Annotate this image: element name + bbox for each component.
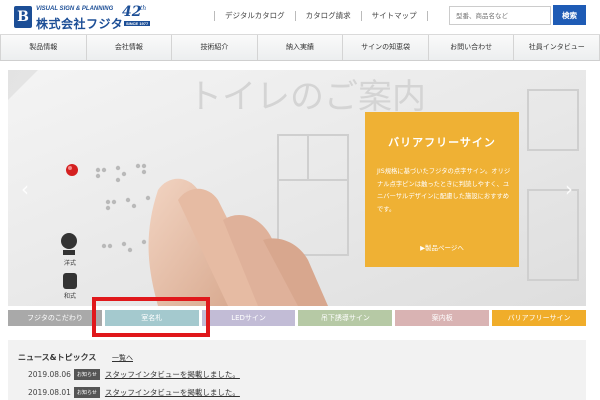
- anniversary-suffix: th: [140, 5, 147, 12]
- label-western: 洋式: [64, 259, 76, 267]
- news-item: 2019.08.06 お知らせ スタッフインタビューを掲載しました。: [28, 368, 240, 380]
- anniversary-since: SINCE 1977: [124, 21, 151, 26]
- highlight-frame: [92, 297, 210, 337]
- hero-caption-body: JIS規格に基づいたフジタの点字サイン。オリジナル点字ピンは触ったときに判読しや…: [377, 168, 511, 213]
- news-date: 2019.08.06: [28, 369, 71, 379]
- product-page-link[interactable]: ▶製品ページへ: [365, 242, 519, 252]
- news-title: ニュース&トピックス: [18, 353, 97, 362]
- nav-item-staff-interview[interactable]: 社員インタビュー: [514, 35, 600, 60]
- hero-slider[interactable]: 洋式 和式 トイレのご案内 バリアフリーサイン JIS規格に基づいたフジタの点字…: [8, 70, 586, 306]
- tab-barrier-free-sign[interactable]: バリアフリーサイン: [492, 310, 586, 326]
- search-input[interactable]: [449, 6, 551, 25]
- news-date: 2019.08.01: [28, 387, 71, 397]
- nav-item-company[interactable]: 会社情報: [87, 35, 173, 60]
- utility-links: デジタルカタログ カタログ請求 サイトマップ: [214, 11, 428, 21]
- news-all-link[interactable]: 一覧へ: [112, 353, 133, 363]
- nav-item-technology[interactable]: 技術紹介: [172, 35, 258, 60]
- news-section: ニュース&トピックス 一覧へ 2019.08.06 お知らせ スタッフインタビュ…: [8, 340, 586, 400]
- anniversary-number: 42: [122, 4, 142, 20]
- global-nav: 製品情報 会社情報 技術紹介 納入実績 サインの知恵袋 お問い合わせ 社員インタ…: [0, 34, 600, 61]
- tab-guide-board[interactable]: 案内板: [395, 310, 490, 326]
- hero-caption-title: バリアフリーサイン: [388, 136, 496, 149]
- news-link[interactable]: スタッフインタビューを掲載しました。: [105, 369, 240, 380]
- sign-heading-text: トイレのご案内: [188, 77, 426, 117]
- sitemap-link[interactable]: サイトマップ: [360, 11, 428, 21]
- tab-hanging-guide-sign[interactable]: 吊下誘導サイン: [298, 310, 393, 326]
- nav-item-delivery-record[interactable]: 納入実績: [258, 35, 344, 60]
- news-badge: お知らせ: [74, 368, 100, 380]
- hero-caption-panel: バリアフリーサイン JIS規格に基づいたフジタの点字サイン。オリジナル点字ピンは…: [365, 112, 519, 267]
- digital-catalog-link[interactable]: デジタルカタログ: [214, 11, 295, 21]
- nav-item-products[interactable]: 製品情報: [0, 35, 87, 60]
- logo-tagline: VISUAL SIGN & PLANNING: [36, 6, 114, 12]
- nav-item-sign-tips[interactable]: サインの知恵袋: [343, 35, 429, 60]
- slider-next-icon[interactable]: ›: [562, 179, 576, 199]
- label-japanese: 和式: [64, 292, 76, 300]
- news-item: 2019.08.01 お知らせ スタッフインタビューを掲載しました。: [28, 386, 240, 398]
- nav-item-contact[interactable]: お問い合わせ: [429, 35, 515, 60]
- logo-mark-icon: B: [14, 6, 32, 28]
- site-header: B VISUAL SIGN & PLANNING 株式会社フジタ 42 th S…: [0, 0, 600, 34]
- search-button[interactable]: 検索: [553, 5, 586, 25]
- slider-prev-icon[interactable]: ‹: [18, 179, 32, 199]
- anniversary-badge: 42 th SINCE 1977: [122, 4, 152, 28]
- logo-name: 株式会社フジタ: [36, 17, 124, 31]
- tab-led-sign[interactable]: LEDサイン: [201, 310, 296, 326]
- catalog-request-link[interactable]: カタログ請求: [294, 11, 361, 21]
- news-badge: お知らせ: [74, 386, 100, 398]
- news-link[interactable]: スタッフインタビューを掲載しました。: [105, 387, 240, 398]
- tab-commitment[interactable]: フジタのこだわり: [8, 310, 102, 326]
